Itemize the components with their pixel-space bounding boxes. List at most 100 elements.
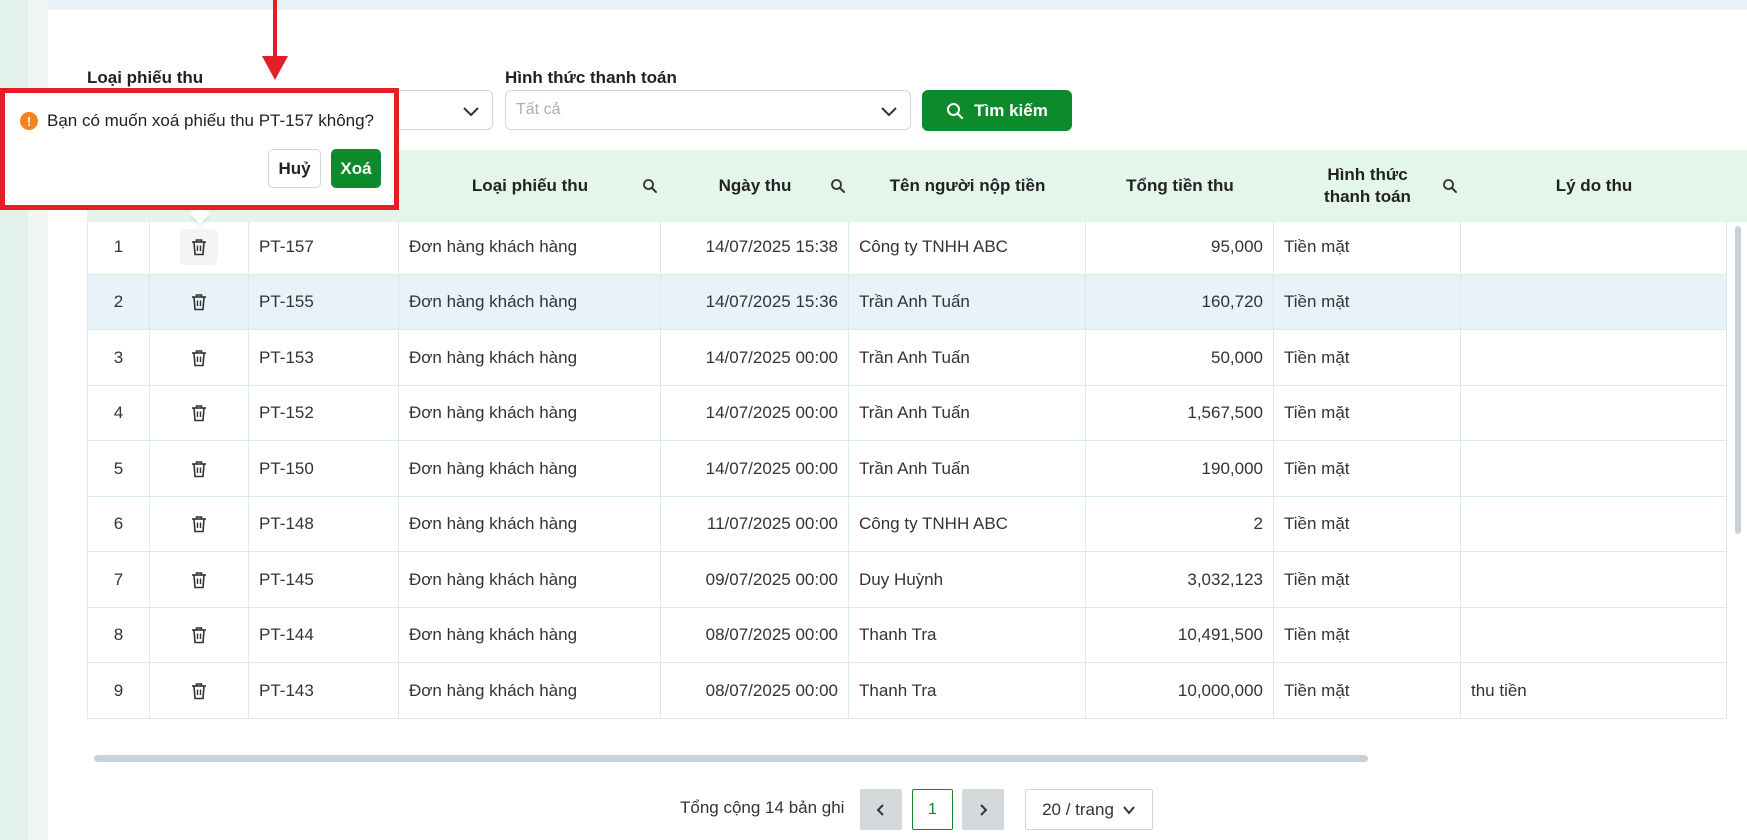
receipt-type: Đơn hàng khách hàng [399, 496, 661, 552]
page-number[interactable]: 1 [912, 789, 953, 830]
receipt-code-text: PT-153 [259, 347, 314, 367]
receipt-type-text: Đơn hàng khách hàng [409, 625, 578, 645]
table-row[interactable]: 4 PT-152 Đơn hàng khách hàng 14/07/2025 00:… [87, 385, 1727, 441]
receipt-code: PT-144 [249, 607, 399, 663]
column-search-icon[interactable] [642, 178, 658, 194]
receipt-type: Đơn hàng khách hàng [399, 552, 661, 608]
receipt-date-text: 14/07/2025 15:36 [705, 292, 838, 312]
vertical-scrollbar[interactable] [1735, 226, 1741, 534]
total-amount-text: 10,491,500 [1177, 625, 1263, 645]
table-row[interactable]: 7 PT-145 Đơn hàng khách hàng 09/07/2025 00:… [87, 552, 1727, 608]
payer-name-text: Công ty TNHH ABC [859, 514, 1008, 534]
chevron-down-icon [881, 107, 897, 117]
receipt-date-text: 11/07/2025 00:00 [706, 514, 838, 534]
table-row[interactable]: 5 PT-150 Đơn hàng khách hàng 14/07/2025 00:… [87, 441, 1727, 497]
receipt-code-text: PT-152 [259, 403, 314, 423]
table-row[interactable]: 6 PT-148 Đơn hàng khách hàng 11/07/2025 00:… [87, 496, 1727, 552]
delete-row-button[interactable] [180, 228, 218, 265]
col-receipt-type: Loại phiếu thu [471, 176, 589, 195]
payer-name: Duy Huỳnh [849, 552, 1086, 608]
receipt-date: 08/07/2025 00:00 [661, 663, 849, 719]
delete-row-button[interactable] [180, 617, 218, 653]
payer-name-text: Trần Anh Tuấn [859, 403, 970, 423]
row-index: 7 [87, 552, 150, 608]
row-index: 9 [87, 663, 150, 719]
payer-name: Thanh Tra [849, 663, 1086, 719]
receipt-code-text: PT-144 [259, 625, 314, 645]
table-row[interactable]: 1 PT-157 Đơn hàng khách hàng 14/07/2025 15:… [87, 222, 1727, 275]
total-amount: 2 [1086, 496, 1274, 552]
total-amount-text: 10,000,000 [1177, 680, 1263, 700]
trash-icon [192, 460, 206, 478]
receipt-code: PT-153 [249, 330, 399, 386]
payer-name: Trần Anh Tuấn [849, 274, 1086, 330]
prev-page-button[interactable] [860, 789, 902, 830]
col-reason: Lý do thu [1555, 176, 1633, 195]
payment-method-text: Tiền mặt [1284, 680, 1350, 700]
column-search-icon[interactable] [830, 178, 846, 194]
payment-method: Tiền mặt [1274, 274, 1461, 330]
total-amount: 10,491,500 [1086, 607, 1274, 663]
horizontal-scrollbar[interactable] [94, 755, 1368, 762]
table-row[interactable]: 8 PT-144 Đơn hàng khách hàng 08/07/2025 00:… [87, 607, 1727, 663]
row-index-text: 7 [113, 569, 124, 589]
table-row[interactable]: 2 PT-155 Đơn hàng khách hàng 14/07/2025 15:… [87, 274, 1727, 330]
top-bar [48, 0, 1747, 10]
payment-method: Tiền mặt [1274, 441, 1461, 497]
delete-row-button[interactable] [180, 284, 218, 320]
row-index-text: 3 [113, 347, 124, 367]
receipt-reason [1461, 607, 1727, 663]
total-amount: 10,000,000 [1086, 663, 1274, 719]
page-size-select[interactable]: 20 / trang [1025, 789, 1153, 830]
column-search-icon[interactable] [1442, 178, 1458, 194]
search-button[interactable]: Tìm kiếm [922, 90, 1072, 131]
row-index-text: 4 [113, 403, 124, 423]
receipt-type-label: Loại phiếu thu [87, 68, 204, 87]
delete-cell [150, 385, 249, 441]
receipt-type-text: Đơn hàng khách hàng [409, 347, 578, 367]
row-index-text: 1 [113, 236, 124, 256]
table-row[interactable]: 9 PT-143 Đơn hàng khách hàng 08/07/2025 00:… [87, 663, 1727, 719]
total-amount-text: 160,720 [1201, 292, 1263, 312]
receipt-reason [1461, 330, 1727, 386]
delete-row-button[interactable] [180, 395, 218, 431]
delete-confirm-popup: ! Bạn có muốn xoá phiếu thu PT-157 không… [0, 88, 399, 210]
receipt-type-text: Đơn hàng khách hàng [409, 236, 578, 256]
payment-method-text: Tiền mặt [1284, 458, 1350, 478]
total-amount-text: 1,567,500 [1187, 403, 1263, 423]
row-index: 8 [87, 607, 150, 663]
total-amount: 190,000 [1086, 441, 1274, 497]
receipt-type-text: Đơn hàng khách hàng [409, 514, 578, 534]
receipt-code: PT-157 [249, 222, 399, 275]
trash-icon [192, 349, 206, 367]
receipt-code: PT-150 [249, 441, 399, 497]
confirm-delete-button[interactable]: Xoá [331, 149, 381, 188]
receipt-type: Đơn hàng khách hàng [399, 222, 661, 275]
delete-row-button[interactable] [180, 562, 218, 598]
payer-name: Công ty TNHH ABC [849, 222, 1086, 275]
delete-row-button[interactable] [180, 451, 218, 487]
delete-row-button[interactable] [180, 340, 218, 376]
row-index-text: 2 [113, 292, 124, 312]
row-index: 2 [87, 274, 150, 330]
trash-icon [192, 571, 206, 589]
receipt-date-text: 08/07/2025 00:00 [705, 680, 838, 700]
annotation-arrow-head [262, 56, 288, 80]
receipt-date-text: 14/07/2025 00:00 [705, 458, 838, 478]
payment-method-select[interactable]: Tất cả [505, 90, 911, 130]
receipt-date: 14/07/2025 00:00 [661, 441, 849, 497]
payment-method: Tiền mặt [1274, 552, 1461, 608]
receipt-reason [1461, 222, 1727, 275]
receipt-type: Đơn hàng khách hàng [399, 385, 661, 441]
table-row[interactable]: 3 PT-153 Đơn hàng khách hàng 14/07/2025 00:… [87, 330, 1727, 386]
delete-row-button[interactable] [180, 506, 218, 542]
delete-row-button[interactable] [180, 673, 218, 709]
payer-name-text: Công ty TNHH ABC [859, 236, 1008, 256]
total-amount-text: 3,032,123 [1187, 569, 1263, 589]
receipt-code: PT-155 [249, 274, 399, 330]
cancel-button[interactable]: Huỷ [268, 149, 321, 188]
receipt-reason [1461, 385, 1727, 441]
receipt-date-text: 09/07/2025 00:00 [705, 569, 838, 589]
receipt-code-text: PT-150 [259, 458, 314, 478]
next-page-button[interactable] [962, 789, 1004, 830]
